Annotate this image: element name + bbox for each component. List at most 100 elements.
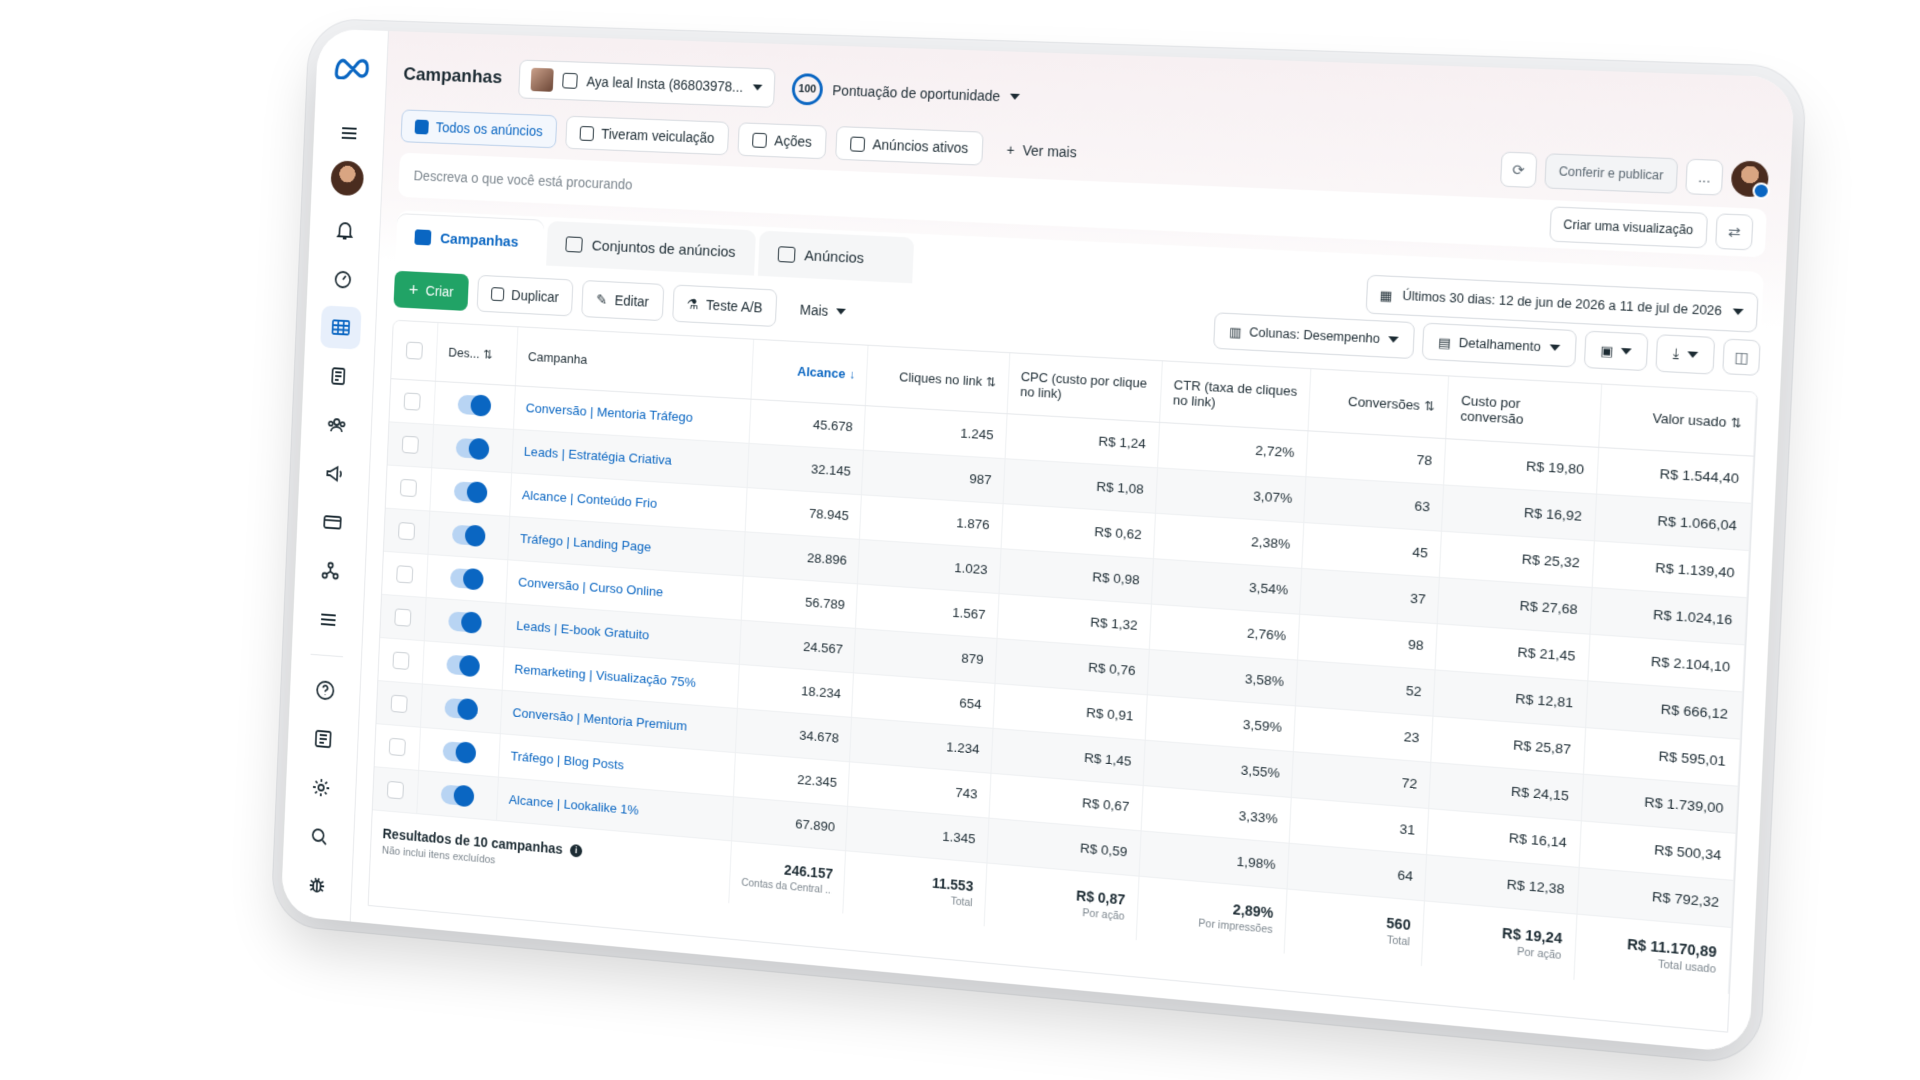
menu-icon[interactable] — [328, 111, 370, 155]
all-tools-icon[interactable] — [307, 597, 348, 642]
create-view-button[interactable]: Criar uma visualização — [1548, 206, 1709, 249]
chevron-down-icon — [1732, 308, 1744, 316]
account-selector[interactable]: Aya leal Insta (86803978... — [517, 59, 776, 108]
tab-all-ads[interactable]: Todos os anúncios — [400, 109, 558, 149]
see-more-button[interactable]: + Ver mais — [992, 132, 1091, 170]
reports-icon[interactable] — [302, 716, 343, 761]
tab-adsets[interactable]: Conjuntos de anúncios — [546, 220, 756, 276]
chevron-down-icon — [835, 308, 846, 315]
bug-report-icon[interactable] — [296, 862, 337, 908]
edit-button[interactable]: ✎ Editar — [581, 279, 664, 322]
total-amount-spent: R$ 11.170,89 Total usado — [1573, 913, 1732, 994]
row-checkbox[interactable] — [400, 478, 418, 497]
chart-toggle-button[interactable]: ◫ — [1722, 338, 1761, 376]
pages-icon[interactable] — [318, 354, 359, 398]
refresh-button[interactable]: ⟳ — [1499, 151, 1538, 189]
duplicate-label: Duplicar — [510, 287, 560, 306]
app-window: Campanhas Aya leal Insta (86803978... 10… — [280, 28, 1795, 1054]
row-checkbox[interactable] — [390, 694, 408, 713]
row-select-cell — [381, 550, 429, 598]
ab-test-button[interactable]: ⚗ Teste A/B — [671, 284, 778, 328]
bell-icon[interactable] — [324, 208, 366, 252]
tab-active-ads[interactable]: Anúncios ativos — [835, 126, 984, 166]
col-ctr[interactable]: CTR (taxa de cliques no link) — [1159, 361, 1312, 431]
row-select-cell — [374, 723, 421, 770]
row-checkbox[interactable] — [398, 521, 416, 540]
opportunity-score[interactable]: 100 Pontuação de oportunidade — [791, 72, 1021, 113]
row-checkbox[interactable] — [392, 650, 410, 670]
row-select-cell — [372, 766, 419, 814]
col-label: Campanha — [527, 349, 588, 368]
avatar[interactable] — [1730, 160, 1770, 198]
delivery-toggle[interactable] — [453, 480, 488, 503]
tab-had-delivery[interactable]: Tiveram veiculação — [565, 115, 730, 156]
col-label: CPC (custo por clique no link) — [1019, 368, 1148, 401]
billing-card-icon[interactable] — [311, 500, 352, 545]
filter-settings-button[interactable]: ⇄ — [1715, 213, 1754, 251]
total-conversions: 560 Total — [1284, 888, 1425, 967]
col-label: Cliques no link — [898, 369, 983, 390]
col-cpc[interactable]: CPC (custo por clique no link) — [1006, 353, 1163, 422]
audience-icon[interactable] — [316, 403, 357, 447]
info-icon[interactable]: i — [569, 843, 583, 858]
more-actions-dropdown[interactable]: Mais — [785, 290, 860, 332]
meta-logo-icon[interactable] — [332, 54, 371, 80]
total-cost-per-conversion: R$ 19,24 Por ação — [1421, 900, 1577, 980]
duplicate-button[interactable]: Duplicar — [476, 274, 574, 317]
breakdown-dropdown[interactable]: ▤ Detalhamento — [1421, 322, 1577, 368]
megaphone-icon[interactable] — [313, 451, 354, 496]
help-icon[interactable] — [304, 668, 345, 713]
flask-icon: ⚗ — [686, 295, 699, 312]
row-checkbox[interactable] — [396, 564, 414, 584]
col-cost-per-conversion[interactable]: Custo por conversão — [1446, 376, 1602, 447]
delivery-toggle[interactable] — [440, 783, 475, 806]
avatar[interactable] — [329, 160, 364, 197]
more-options-button[interactable]: ... — [1685, 158, 1724, 196]
row-select-cell — [387, 421, 434, 468]
date-range-label: Últimos 30 dias: 12 de jun de 2026 a 11 … — [1401, 288, 1723, 319]
delivery-toggle[interactable] — [455, 437, 490, 459]
col-conversions[interactable]: Conversões ⇅ — [1308, 369, 1450, 439]
settings-gear-icon[interactable] — [300, 765, 341, 810]
delivery-toggle[interactable] — [450, 567, 484, 590]
columns-label: Colunas: Desempenho — [1248, 325, 1381, 347]
col-delivery[interactable]: Des... ⇅ — [435, 323, 518, 386]
total-reach: 246.157 Contas da Central ... — [728, 840, 847, 914]
delivery-toggle[interactable] — [444, 697, 479, 720]
col-reach[interactable]: Alcance ↓ — [750, 339, 869, 406]
events-manager-icon[interactable] — [309, 549, 350, 594]
tab-ads[interactable]: Anúncios — [757, 230, 914, 284]
delivery-toggle[interactable] — [448, 610, 483, 633]
account-name: Aya leal Insta (86803978... — [586, 73, 744, 95]
gauge-icon[interactable] — [322, 257, 364, 301]
tab-campaigns[interactable]: Campanhas — [395, 214, 545, 266]
sidebar-divider — [310, 653, 343, 658]
account-photo — [530, 67, 554, 92]
delivery-toggle[interactable] — [451, 524, 486, 546]
row-checkbox[interactable] — [394, 607, 412, 627]
row-checkbox[interactable] — [388, 737, 406, 756]
delivery-toggle[interactable] — [442, 740, 477, 763]
row-checkbox[interactable] — [403, 391, 421, 411]
campaigns-table: Des... ⇅ Campanha Alcance ↓ Cliques no lin… — [367, 319, 1759, 1033]
breakdown-icon: ▤ — [1437, 335, 1451, 351]
export-button[interactable]: ⤓ — [1655, 334, 1716, 375]
col-label: Alcance — [797, 364, 846, 382]
tab-actions[interactable]: Ações — [737, 122, 827, 160]
col-amount-spent[interactable]: Valor usado ⇅ — [1598, 384, 1757, 456]
tab-label: Anúncios — [804, 246, 865, 267]
columns-dropdown[interactable]: ▥ Colunas: Desempenho — [1213, 312, 1416, 360]
duplicate-icon — [490, 287, 505, 302]
search-icon[interactable] — [298, 814, 339, 859]
select-all-checkbox[interactable] — [405, 341, 424, 360]
row-select-cell — [385, 464, 433, 511]
delivery-toggle[interactable] — [446, 654, 481, 676]
review-publish-button[interactable]: Conferir e publicar — [1544, 153, 1679, 194]
create-button[interactable]: + Criar — [393, 270, 469, 312]
delivery-toggle[interactable] — [457, 394, 492, 416]
reports-dropdown[interactable]: ▣ — [1583, 330, 1649, 372]
col-link-clicks[interactable]: Cliques no link ⇅ — [865, 345, 1010, 414]
table-icon[interactable] — [319, 305, 362, 350]
row-checkbox[interactable] — [401, 435, 420, 454]
row-checkbox[interactable] — [387, 780, 405, 799]
